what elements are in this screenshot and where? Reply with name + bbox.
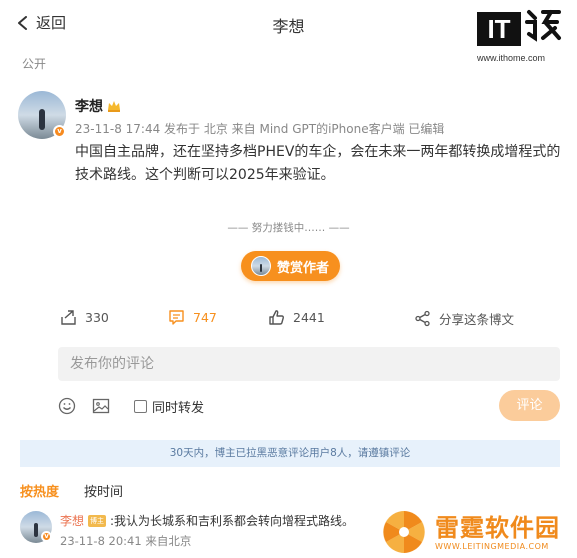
author-name[interactable]: 李想	[75, 96, 103, 116]
submit-comment-button[interactable]: 评论	[499, 390, 560, 421]
share-button[interactable]: 分享这条博文	[414, 309, 514, 328]
visibility-label: 公开	[22, 57, 47, 71]
sort-by-time[interactable]: 按时间	[84, 481, 123, 500]
leiting-watermark: 雷霆软件园 WWW.LEITINGMEDIA.COM	[381, 506, 577, 558]
post-meta: 23-11-8 17:44 发布于 北京 来自 Mind GPT的iPhone客…	[75, 122, 445, 136]
ithome-logo-char	[525, 8, 563, 50]
tip-label: 赞赏作者	[277, 260, 330, 276]
comment-meta: 23-11-8 20:41 来自北京	[60, 534, 192, 548]
like-count: 2441	[293, 310, 325, 325]
tip-author-button[interactable]: 赞赏作者	[241, 251, 340, 281]
author-tag-badge: 博主	[88, 514, 107, 527]
ithome-glyph-icon	[525, 10, 561, 42]
ithome-logo: IT www.ithome.com	[477, 8, 569, 64]
ithome-url: www.ithome.com	[477, 53, 546, 63]
repost-button[interactable]: 330	[60, 309, 109, 326]
comment-text: :我认为长城系和吉利系都会转向增程式路线。	[110, 514, 355, 528]
comment-verified-icon: v	[41, 531, 52, 542]
like-button[interactable]: 2441	[268, 309, 325, 326]
thumbs-up-icon	[269, 310, 284, 325]
comment-tools: 同时转发	[58, 395, 204, 417]
image-icon[interactable]	[92, 397, 110, 415]
repost-checkbox[interactable]	[134, 399, 147, 413]
comment-icon	[169, 310, 184, 325]
share-label: 分享这条博文	[439, 312, 515, 327]
leiting-logo-icon	[383, 511, 425, 553]
comment-item: 李想 博主 :我认为长城系和吉利系都会转向增程式路线。	[60, 512, 354, 529]
comment-sort: 按热度 按时间	[20, 481, 123, 500]
comment-count: 747	[193, 310, 217, 325]
tip-avatar	[251, 256, 271, 276]
comment-input[interactable]: 发布你的评论	[58, 347, 560, 381]
loading-divider: —— 努力搂钱中…… ——	[227, 222, 350, 234]
repost-count: 330	[85, 310, 109, 325]
comment-button[interactable]: 747	[168, 309, 217, 326]
sort-by-hot[interactable]: 按热度	[20, 481, 59, 500]
moderation-notice: 30天内，博主已拉黑恶意评论用户8人，请遵镇评论	[20, 440, 560, 467]
post-content: 中国自主品牌，还在坚持多档PHEV的车企，会在未来一两年都转换成增程式的技术路线…	[75, 144, 561, 183]
ithome-logo-mark: IT	[477, 12, 521, 46]
emoji-icon[interactable]	[58, 397, 76, 415]
watermark-url: WWW.LEITINGMEDIA.COM	[435, 541, 549, 551]
comment-author[interactable]: 李想	[60, 512, 84, 529]
verified-badge-icon: v	[53, 125, 66, 138]
share-icon	[415, 310, 430, 327]
post-actions: 330 747 2441 分享这条博文	[0, 309, 577, 331]
watermark-name: 雷霆软件园	[435, 513, 560, 542]
repost-icon	[61, 310, 76, 325]
post-author[interactable]: 李想	[75, 96, 121, 116]
repost-toggle-label: 同时转发	[152, 400, 205, 416]
crown-icon	[108, 101, 120, 112]
repost-toggle[interactable]: 同时转发	[134, 397, 204, 416]
